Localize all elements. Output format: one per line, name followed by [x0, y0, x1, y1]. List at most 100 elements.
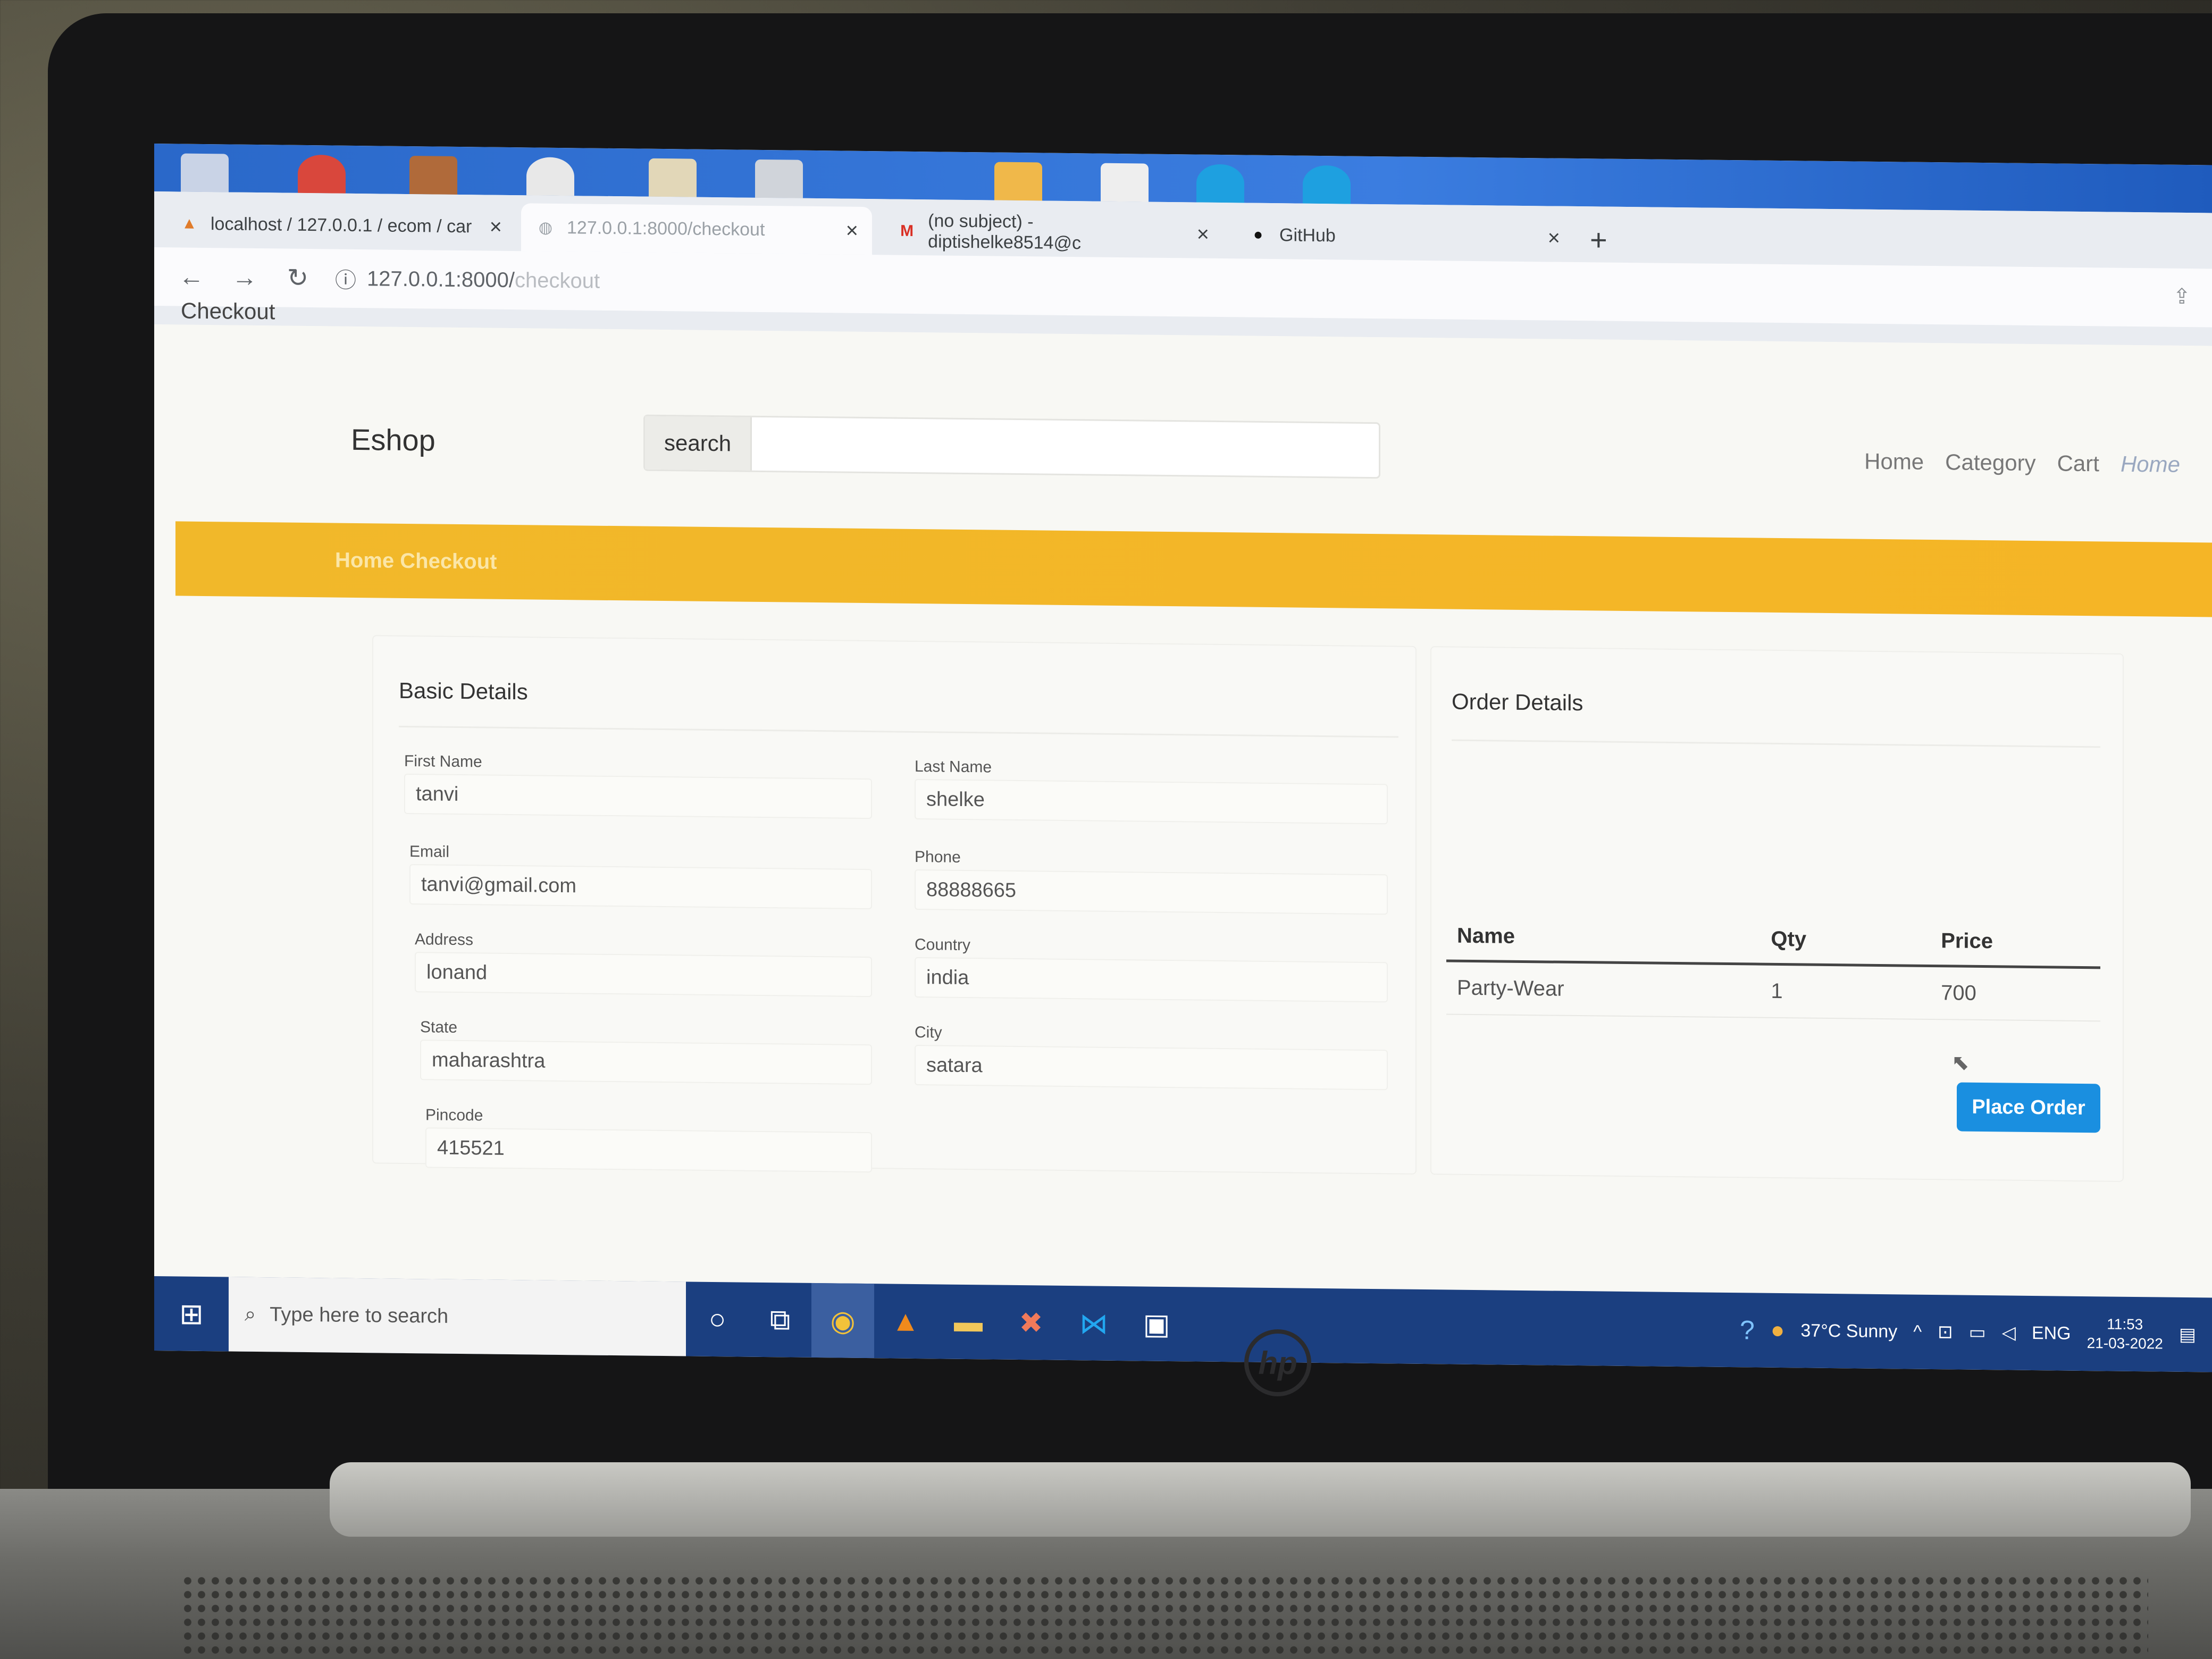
dock-app-icon [181, 153, 229, 192]
notification-icon[interactable]: ▤ [2179, 1324, 2196, 1345]
info-icon[interactable]: ⓘ [335, 263, 356, 294]
close-icon[interactable]: × [1548, 226, 1560, 250]
taskbar-search[interactable]: ⌕ Type here to search [229, 1277, 686, 1356]
clock[interactable]: 11:53 21-03-2022 [2087, 1314, 2163, 1354]
chrome-icon[interactable]: ◉ [811, 1283, 874, 1359]
column-header-qty: Qty [1760, 915, 1931, 966]
first-name-label: First Name [404, 752, 482, 771]
search-input[interactable] [752, 417, 1379, 477]
table-header-row: Name Qty Price [1446, 912, 2100, 968]
vlc-icon[interactable]: ▲ [874, 1284, 937, 1359]
dock-app-icon [1101, 163, 1149, 202]
address-bar[interactable]: ⓘ 127.0.0.1:8000/checkout [335, 263, 600, 297]
cortana-icon[interactable]: ○ [686, 1281, 749, 1356]
top-nav: Home Category Cart Home [1864, 449, 2180, 477]
nav-category[interactable]: Category [1945, 449, 2035, 476]
url-path: checkout [515, 268, 600, 293]
column-header-name: Name [1446, 912, 1761, 965]
pincode-input[interactable]: 415521 [425, 1127, 872, 1173]
table-row: Party-Wear 1 700 [1446, 960, 2100, 1021]
help-icon[interactable]: ? [1740, 1314, 1755, 1345]
address-label: Address [415, 931, 474, 949]
dock-app-icon [755, 159, 803, 198]
dock-app-icon [1303, 165, 1351, 204]
email-input[interactable]: tanvi@gmail.com [409, 864, 872, 910]
first-name-input[interactable]: tanvi [404, 773, 872, 819]
tab-gmail[interactable]: M (no subject) - diptishelke8514@c × [883, 207, 1223, 258]
forward-arrow-icon[interactable]: → [229, 263, 261, 292]
speaker-grille [181, 1574, 2148, 1659]
item-price: 700 [1930, 966, 2100, 1021]
new-tab-icon[interactable]: + [1590, 222, 1607, 257]
brand-logo[interactable]: Eshop [351, 422, 435, 458]
tab-label: GitHub [1279, 224, 1336, 246]
back-arrow-icon[interactable]: ← [175, 262, 207, 292]
pincode-label: Pincode [425, 1106, 483, 1125]
tab-label: 127.0.0.1:8000/checkout [567, 217, 765, 240]
checkout-page: Checkout Eshop search Home Category Cart… [154, 298, 2212, 1319]
browser-toolbar: ← → ↻ ⓘ 127.0.0.1:8000/checkout ⇪ [154, 247, 2212, 328]
tab-label: (no subject) - diptishelke8514@c [928, 211, 1081, 254]
terminal-icon[interactable]: ▣ [1125, 1286, 1188, 1361]
dock-app-icon [1196, 164, 1244, 203]
clock-time: 11:53 [2107, 1316, 2143, 1333]
reload-icon[interactable]: ↻ [282, 263, 314, 294]
dock-app-icon [298, 154, 346, 194]
search-group: search [643, 414, 1380, 479]
file-explorer-icon[interactable]: ▬ [937, 1284, 1000, 1359]
close-icon[interactable]: × [1197, 222, 1209, 246]
task-view-icon[interactable]: ⧉ [749, 1283, 811, 1358]
gmail-icon: M [900, 222, 914, 240]
close-icon[interactable]: × [846, 219, 858, 242]
column-header-price: Price [1930, 917, 2100, 968]
network-icon[interactable]: ⊡ [1938, 1321, 1953, 1343]
country-label: Country [915, 935, 971, 954]
battery-icon[interactable]: ▭ [1969, 1322, 1986, 1343]
language-indicator[interactable]: ENG [2032, 1322, 2071, 1344]
last-name-label: Last Name [915, 757, 992, 776]
nav-cart[interactable]: Cart [2057, 450, 2099, 476]
place-order-button[interactable]: Place Order [1957, 1082, 2100, 1133]
laptop-hinge [330, 1462, 2191, 1537]
share-icon[interactable]: ⇪ [2173, 284, 2191, 309]
screen: ▲ localhost / 127.0.0.1 / ecom / car × ◍… [154, 144, 2212, 1372]
weather-sun-icon: ● [1770, 1317, 1785, 1344]
tab-github[interactable]: ● GitHub × [1234, 211, 1574, 262]
email-label: Email [409, 843, 450, 861]
country-input[interactable]: india [915, 957, 1388, 1003]
close-icon[interactable]: × [490, 215, 502, 239]
xampp-icon[interactable]: ✖ [1000, 1285, 1062, 1360]
last-name-input[interactable]: shelke [915, 778, 1388, 825]
chevron-up-icon[interactable]: ^ [1913, 1321, 1922, 1342]
weather-text[interactable]: 37°C Sunny [1800, 1320, 1897, 1342]
breadcrumb[interactable]: Home Checkout [335, 548, 497, 574]
system-tray: ? ● 37°C Sunny ^ ⊡ ▭ ◁ ENG 11:53 21-03-2… [1740, 1311, 2212, 1354]
city-input[interactable]: satara [915, 1044, 1388, 1091]
vscode-icon[interactable]: ⋈ [1062, 1286, 1125, 1361]
windows-start-icon[interactable]: ⊞ [154, 1276, 229, 1351]
dock-app-icon [409, 156, 457, 195]
address-input[interactable]: lonand [415, 952, 872, 998]
dock-app-icon [526, 157, 574, 196]
nav-home[interactable]: Home [1864, 449, 1924, 475]
state-input[interactable]: maharashtra [420, 1040, 872, 1085]
page-heading: Checkout [181, 298, 275, 324]
tab-checkout[interactable]: ◍ 127.0.0.1:8000/checkout × [521, 203, 872, 255]
phone-input[interactable]: 88888665 [915, 869, 1388, 915]
hp-logo-icon: hp [1244, 1329, 1311, 1396]
clock-date: 21-03-2022 [2087, 1335, 2163, 1352]
phone-label: Phone [915, 848, 961, 866]
nav-home-2[interactable]: Home [2121, 451, 2180, 477]
tab-phpmyadmin[interactable]: ▲ localhost / 127.0.0.1 / ecom / car × [165, 199, 516, 251]
state-label: State [420, 1018, 458, 1036]
city-label: City [915, 1023, 942, 1042]
url-host: 127.0.0.1:8000/ [367, 266, 515, 292]
basic-details-title: Basic Details [399, 677, 528, 705]
volume-icon[interactable]: ◁ [2002, 1322, 2016, 1343]
taskbar-search-placeholder: Type here to search [270, 1303, 449, 1328]
browser-chrome: ▲ localhost / 127.0.0.1 / ecom / car × ◍… [154, 191, 2212, 346]
item-name: Party-Wear [1446, 960, 1761, 1018]
breadcrumb-banner: Home Checkout [175, 521, 2212, 617]
search-label: search [645, 416, 752, 471]
search-icon: ⌕ [245, 1303, 256, 1326]
